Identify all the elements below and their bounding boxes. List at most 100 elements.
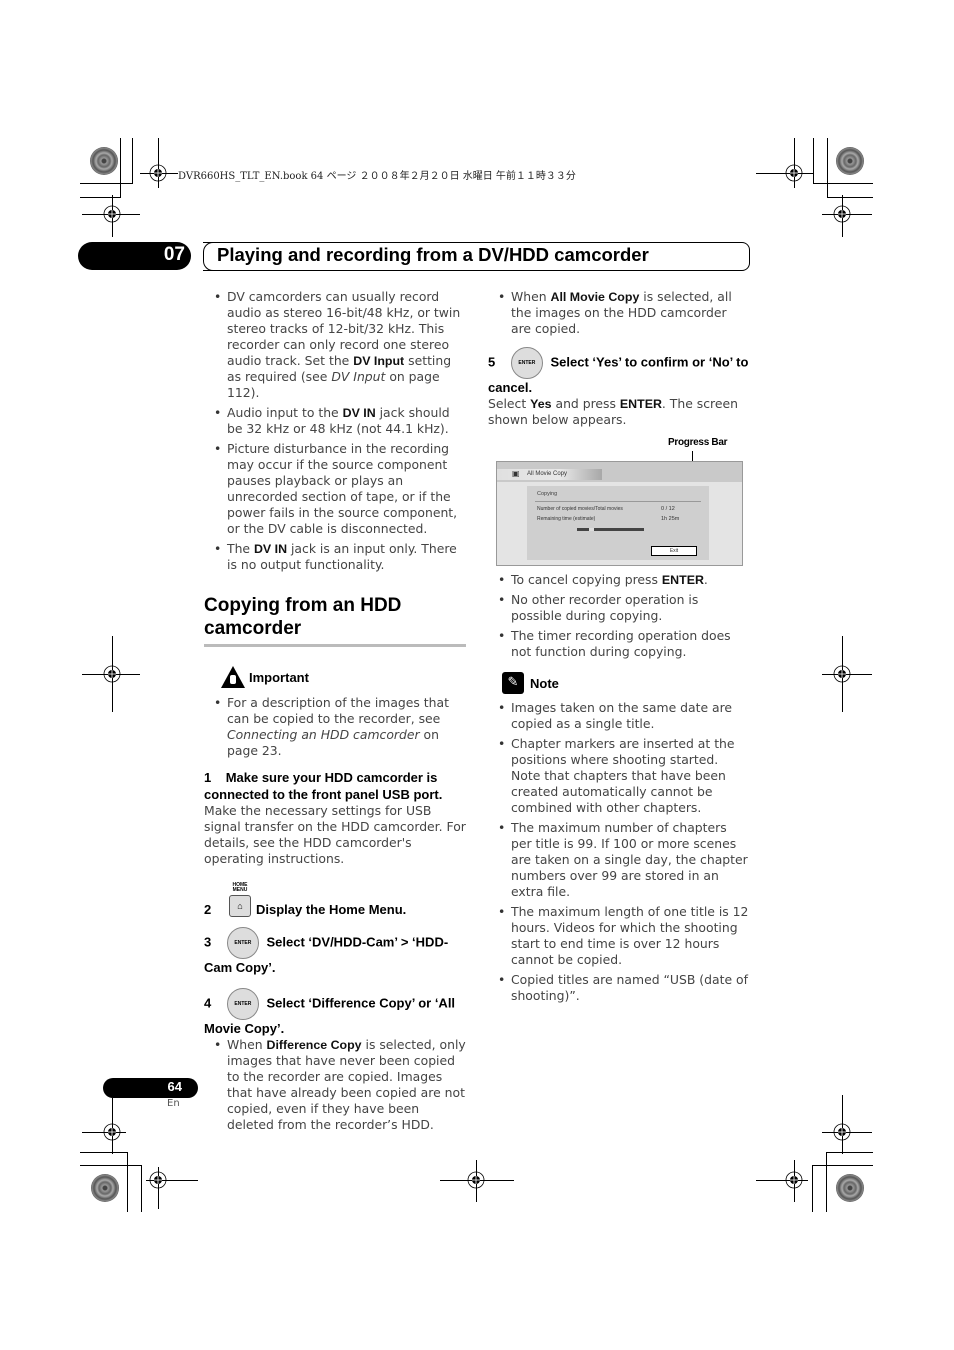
list-item: Images taken on the same date are copied… bbox=[488, 700, 750, 732]
enter-button-icon: ENTER bbox=[510, 347, 543, 379]
registration-mark-icon bbox=[784, 1170, 804, 1190]
crop-line bbox=[80, 197, 121, 198]
step-4-heading: 4 ENTER Select ‘Difference Copy’ or ‘All… bbox=[204, 988, 466, 1037]
list-item: The DV IN jack is an input only. There i… bbox=[204, 541, 466, 573]
list-item: For a description of the images that can… bbox=[204, 695, 466, 759]
list-item: The timer recording operation does not f… bbox=[488, 628, 750, 660]
panel-title: Copying bbox=[537, 491, 558, 497]
copying-notes-list: To cancel copying press ENTER. No other … bbox=[488, 572, 750, 660]
registration-dial-icon bbox=[836, 1174, 864, 1202]
registration-dial-icon bbox=[836, 147, 864, 175]
registration-mark-icon bbox=[148, 163, 168, 183]
registration-mark-icon bbox=[148, 1170, 168, 1190]
crop-line bbox=[80, 1165, 142, 1166]
step-number: 3 bbox=[204, 934, 212, 950]
list-item: The maximum length of one title is 12 ho… bbox=[488, 904, 750, 968]
registration-mark-icon bbox=[784, 163, 804, 183]
right-column-lower: To cancel copying press ENTER. No other … bbox=[488, 572, 750, 1008]
step-title: Display the Home Menu. bbox=[256, 902, 407, 917]
important-label: Important bbox=[249, 670, 309, 685]
right-column: When All Movie Copy is selected, all the… bbox=[488, 289, 750, 428]
step-3-heading: 3 ENTER Select ‘DV/HDD-Cam’ > ‘HDD-Cam C… bbox=[204, 927, 466, 976]
step-1-heading: 1 Make sure your HDD camcorder is connec… bbox=[204, 769, 466, 803]
registration-dial-icon bbox=[91, 1174, 119, 1202]
crop-line bbox=[813, 138, 814, 183]
progress-bar bbox=[577, 528, 644, 531]
note-label: Note bbox=[530, 676, 559, 691]
list-item: Chapter markers are inserted at the posi… bbox=[488, 736, 750, 816]
all-movie-copy-list: When All Movie Copy is selected, all the… bbox=[488, 289, 750, 337]
page-language: En bbox=[167, 1098, 180, 1109]
section-rule bbox=[204, 644, 466, 647]
step-1-body: Make the necessary settings for USB sign… bbox=[204, 803, 466, 866]
important-list: For a description of the images that can… bbox=[204, 695, 466, 759]
crop-line bbox=[80, 183, 133, 184]
page-number-tab: 64 bbox=[103, 1078, 198, 1098]
screen-tab-label: All Movie Copy bbox=[527, 471, 568, 477]
registration-mark-icon bbox=[102, 204, 122, 224]
registration-mark-icon bbox=[102, 1122, 122, 1142]
copying-screen: ▣ All Movie Copy Copying Number of copie… bbox=[496, 461, 743, 566]
list-item: Picture disturbance in the recording may… bbox=[204, 441, 466, 537]
note-list: Images taken on the same date are copied… bbox=[488, 700, 750, 1004]
section-title: Copying from an HDD camcorder bbox=[204, 595, 402, 639]
page-number: 64 bbox=[167, 1079, 182, 1094]
crop-line bbox=[127, 1152, 128, 1212]
step-title: Make sure your HDD camcorder is connecte… bbox=[204, 770, 443, 802]
camcorder-icon: ▣ bbox=[512, 469, 520, 478]
step-number: 2 bbox=[204, 902, 212, 917]
step-5-body: Select Yes and press ENTER. The screen s… bbox=[488, 396, 738, 427]
crop-line bbox=[826, 1152, 827, 1212]
home-menu-button-icon: HOME MENU ⌂ bbox=[228, 883, 252, 917]
panel-rule bbox=[535, 501, 701, 502]
chapter-title: Playing and recording from a DV/HDD camc… bbox=[217, 244, 649, 265]
list-item: Copied titles are named “USB (date of sh… bbox=[488, 972, 750, 1004]
chapter-tab: 07 bbox=[78, 242, 191, 270]
crop-line bbox=[141, 1165, 142, 1212]
registration-mark-icon bbox=[832, 1122, 852, 1142]
crop-line bbox=[812, 1165, 813, 1212]
note-heading: ✎ Note bbox=[502, 672, 750, 696]
crop-line bbox=[827, 197, 873, 198]
list-item: The maximum number of chapters per title… bbox=[488, 820, 750, 900]
progress-bar-marker bbox=[589, 528, 594, 531]
crop-line bbox=[132, 138, 133, 183]
enter-button-icon: ENTER bbox=[226, 988, 259, 1020]
registration-mark-icon bbox=[832, 664, 852, 684]
step-number: 1 bbox=[204, 770, 212, 785]
step-4-list: When Difference Copy is selected, only i… bbox=[204, 1037, 466, 1133]
remaining-time-label: Remaining time (estimate) bbox=[537, 516, 596, 522]
crop-line bbox=[80, 1152, 128, 1153]
progress-bar-callout: Progress Bar bbox=[668, 437, 728, 448]
chapter-number: 07 bbox=[163, 244, 185, 265]
dv-notes-list: DV camcorders can usually record audio a… bbox=[204, 289, 466, 573]
list-item: No other recorder operation is possible … bbox=[488, 592, 750, 624]
crop-line bbox=[120, 138, 121, 198]
list-item: Audio input to the DV IN jack should be … bbox=[204, 405, 466, 437]
copied-movies-value: 0 / 12 bbox=[661, 506, 675, 512]
book-info-line: DVR660HS_TLT_EN.book 64 ページ ２００８年２月２０日 水… bbox=[178, 171, 576, 182]
registration-mark-icon bbox=[466, 1170, 486, 1190]
list-item: When Difference Copy is selected, only i… bbox=[204, 1037, 466, 1133]
copying-panel: Copying Number of copied movies/Total mo… bbox=[527, 486, 709, 560]
crop-line bbox=[827, 138, 828, 198]
pencil-icon: ✎ bbox=[502, 672, 524, 694]
chapter-title-box: Playing and recording from a DV/HDD camc… bbox=[203, 242, 750, 271]
list-item: When All Movie Copy is selected, all the… bbox=[488, 289, 750, 337]
left-column: DV camcorders can usually record audio a… bbox=[204, 289, 466, 1137]
crop-line bbox=[813, 183, 873, 184]
warning-hand-icon bbox=[221, 666, 245, 688]
step-5-heading: 5 ENTER Select ‘Yes’ to confirm or ‘No’ … bbox=[488, 347, 750, 396]
registration-mark-icon bbox=[832, 204, 852, 224]
enter-button-icon: ENTER bbox=[226, 927, 259, 959]
step-2-heading: 2 HOME MENU ⌂ Display the Home Menu. bbox=[204, 883, 466, 917]
list-item: To cancel copying press ENTER. bbox=[488, 572, 750, 588]
crop-line bbox=[812, 1165, 873, 1166]
step-number: 4 bbox=[204, 995, 212, 1011]
registration-dial-icon bbox=[90, 147, 118, 175]
crop-line bbox=[826, 1152, 873, 1153]
copied-movies-label: Number of copied movies/Total movies bbox=[537, 506, 623, 512]
exit-button[interactable]: Exit bbox=[651, 546, 697, 556]
registration-mark-icon bbox=[102, 664, 122, 684]
list-item: DV camcorders can usually record audio a… bbox=[204, 289, 466, 401]
